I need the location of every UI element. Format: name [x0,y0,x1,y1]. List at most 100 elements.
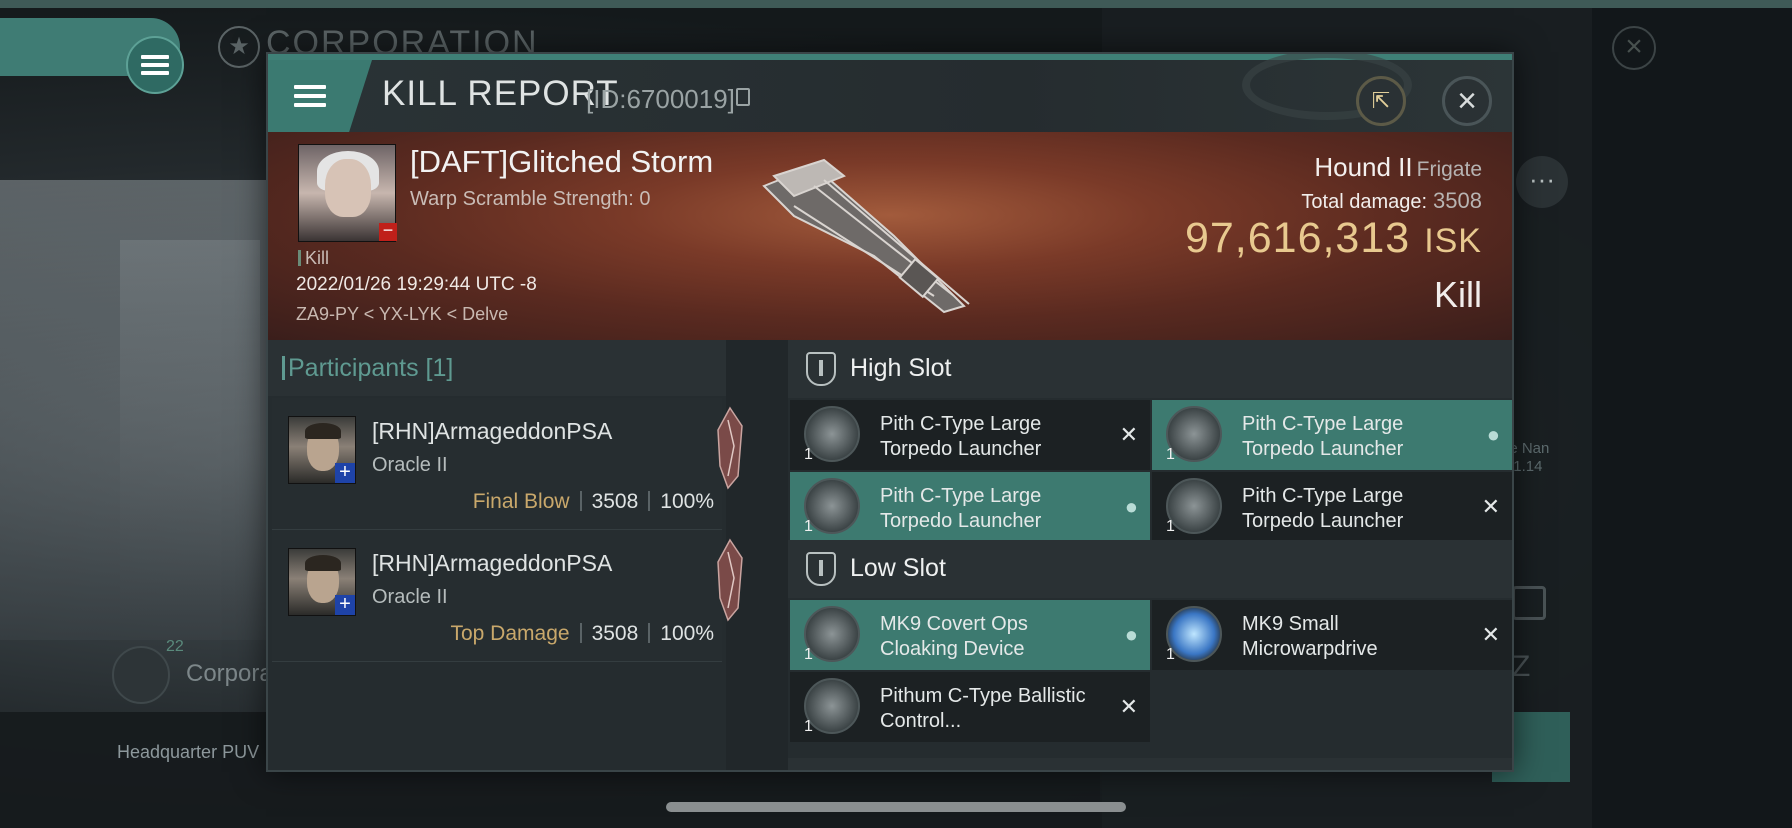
victim-name[interactable]: [DAFT]Glitched Storm [410,144,713,180]
participant-name: [RHN]ArmageddonPSA [372,550,613,576]
ship-name[interactable]: Hound II Frigate [1314,152,1482,183]
module-item[interactable]: 1 MK9 Covert Ops Cloaking Device ● [790,600,1150,670]
isk-unit: ISK [1424,222,1482,260]
kill-location[interactable]: ZA9-PY < YX-LYK < Delve [296,304,508,325]
top-strip [0,0,1792,8]
module-quantity: 1 [1166,446,1175,463]
divider [579,623,582,643]
module-item[interactable]: 1 Pith C-Type Large Torpedo Launcher ✕ [1152,472,1512,542]
module-name: Pith C-Type Large Torpedo Launcher [880,485,1042,532]
participant-row[interactable]: + [RHN]ArmageddonPSA Oracle II Final Blo… [272,398,743,530]
home-indicator[interactable] [666,802,1126,812]
module-item[interactable]: 1 Pith C-Type Large Torpedo Launcher ● [1152,400,1512,470]
menu-icon [141,55,169,75]
standing-plus-icon: + [335,594,355,615]
total-damage-label: Total damage: [1301,191,1428,213]
kill-report-header: KILL REPORT [ID:6700019] ⇱ × [268,54,1512,132]
destroyed-icon: ✕ [1119,694,1138,719]
participant-percent: 100% [660,490,714,513]
participant-stats: Top Damage 3508 100% [450,622,714,646]
dropped-icon: ● [1486,422,1500,447]
corp-menu-tab[interactable] [0,18,184,94]
module-name: MK9 Covert Ops Cloaking Device [880,613,1028,660]
participant-name: [RHN]ArmageddonPSA [372,418,613,444]
low-slot-icon [806,552,836,586]
warp-scramble-strength: Warp Scramble Strength: 0 [410,188,651,210]
low-slot-header: Low Slot [788,540,1512,598]
ship-class: Frigate [1416,158,1482,181]
share-button[interactable]: ⇱ [1356,76,1406,126]
module-quantity: 1 [804,446,813,463]
hq-text: Headquarter PUV [117,742,260,762]
participant-percent: 100% [660,622,714,645]
header-menu-button[interactable] [268,60,372,132]
more-options-icon[interactable]: ··· [1516,156,1568,208]
module-name: Pithum C-Type Ballistic Control... [880,685,1086,732]
destroyed-icon: ✕ [1481,622,1500,647]
share-icon: ⇱ [1371,88,1391,113]
participant-avatar[interactable]: + [288,548,356,616]
participant-damage: 3508 [591,622,639,645]
mid-slot-header [788,758,1512,770]
kill-id: [ID:6700019] [586,84,735,114]
high-slot-title: High Slot [850,354,952,382]
corp-label: Corpora [186,660,273,687]
divider [648,491,651,511]
participant-ship-icon [717,406,743,490]
result-label: Kill [1433,274,1482,315]
station-tower [120,240,260,620]
isk-amount: 97,616,313 [1184,214,1411,262]
total-damage: Total damage: 3508 [1301,188,1482,214]
ship-type: Hound II [1314,152,1413,182]
close-button[interactable]: × [1442,76,1492,126]
participant-ship-icon [717,538,743,622]
low-slot-title: Low Slot [850,554,946,582]
menu-icon [294,85,326,107]
high-slot-icon [806,352,836,386]
module-quantity: 1 [1166,646,1175,663]
participant-ship: Oracle II [372,454,448,476]
participant-row[interactable]: + [RHN]ArmageddonPSA Oracle II Top Damag… [272,530,743,662]
participant-stats: Final Blow 3508 100% [473,490,714,514]
module-name: Pith C-Type Large Torpedo Launcher [880,413,1042,460]
corporation-icon: ★ [218,26,260,68]
kill-timestamp: 2022/01/26 19:29:44 UTC -8 [296,274,537,295]
victim-avatar[interactable]: − [298,144,397,242]
close-icon: × [1457,82,1477,120]
high-slot-header: High Slot [788,340,1512,398]
isk-value: 97,616,313 ISK [1185,214,1482,263]
standing-minus-icon: − [379,221,397,241]
participant-avatar[interactable]: + [288,416,356,484]
module-quantity: 1 [804,518,813,535]
dropped-icon: ● [1124,494,1138,519]
module-quantity: 1 [804,718,813,735]
kill-report-window: KILL REPORT [ID:6700019] ⇱ × − [DAFT]Gli… [266,52,1514,772]
destroyed-icon: ✕ [1119,422,1138,447]
module-item[interactable]: 1 Pith C-Type Large Torpedo Launcher ● [790,472,1150,542]
edit-icon[interactable] [1512,586,1546,620]
module-name: Pith C-Type Large Torpedo Launcher [1242,413,1404,460]
total-damage-value: 3508 [1433,188,1482,213]
divider [648,623,651,643]
module-item[interactable]: 1 Pithum C-Type Ballistic Control... ✕ [790,672,1150,742]
participants-title: Participants [1] [281,354,454,382]
page-title: KILL REPORT [382,74,619,113]
destroyed-icon: ✕ [1481,494,1500,519]
bg-close-icon[interactable]: × [1612,26,1656,70]
module-quantity: 1 [1166,518,1175,535]
participant-role: Final Blow [472,490,570,513]
participant-damage: 3508 [591,490,639,513]
copy-icon[interactable] [736,88,750,106]
sort-icon[interactable]: Z [1512,650,1546,684]
module-item[interactable]: 1 Pith C-Type Large Torpedo Launcher ✕ [790,400,1150,470]
participant-role: Top Damage [450,622,570,645]
corp-button[interactable] [112,646,170,704]
participants-panel: Participants [1] + [RHN]ArmageddonPSA Or… [268,340,743,770]
module-name: MK9 Small Microwarpdrive [1242,613,1378,660]
avatar-face [325,159,371,217]
divider [579,491,582,511]
corp-menu-button[interactable] [126,36,184,94]
fitting-panel: High Slot 1 Pith C-Type Large Torpedo La… [788,340,1512,770]
avatar-hair [305,423,341,439]
module-item[interactable]: 1 MK9 Small Microwarpdrive ✕ [1152,600,1512,670]
